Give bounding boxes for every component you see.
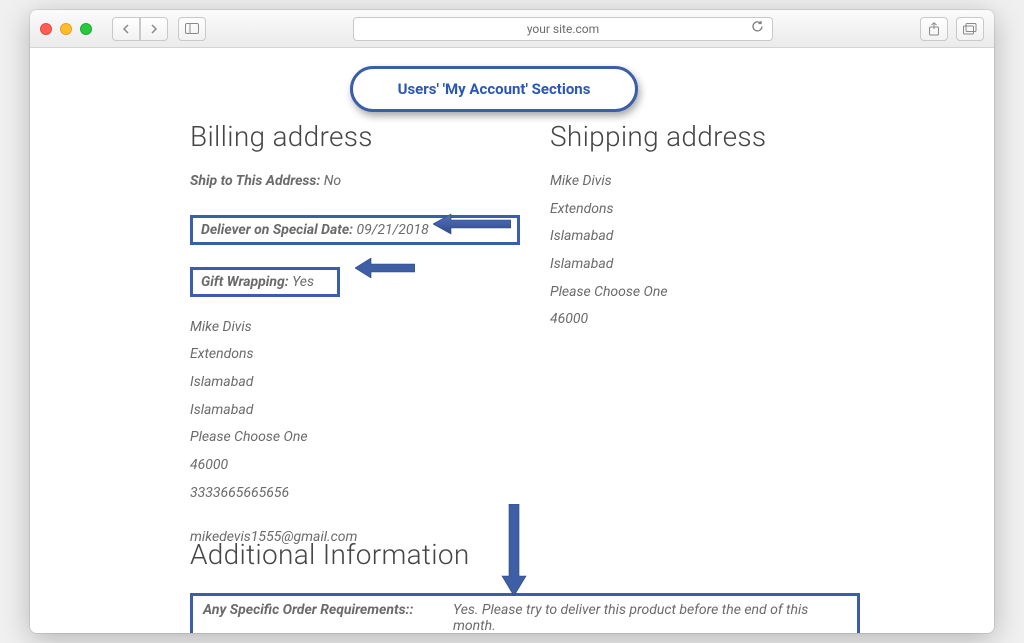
gift-wrapping-value: Yes — [292, 274, 314, 290]
deliver-date-label: Deliever on Special Date: — [201, 222, 353, 238]
order-requirements-box: Any Specific Order Requirements:: Yes. P… — [190, 593, 860, 633]
billing-line: Mike Divis — [190, 317, 520, 339]
share-button[interactable] — [920, 17, 948, 41]
order-requirements-label: Any Specific Order Requirements:: — [203, 602, 453, 633]
deliver-date-box: Deliever on Special Date: 09/21/2018 — [190, 215, 520, 245]
close-window-button[interactable] — [40, 23, 52, 35]
annotation-arrow-2 — [355, 256, 415, 280]
additional-heading: Additional Information — [190, 538, 954, 571]
address-bar[interactable]: your site.com — [353, 17, 773, 41]
address-url: your site.com — [527, 22, 599, 36]
billing-line: 3333665665656 — [190, 483, 520, 505]
browser-window: your site.com + Users' 'My Account' Sect… — [30, 10, 994, 633]
ship-to-row: Ship to This Address: No — [190, 171, 520, 193]
additional-info-section: Additional Information Any Specific Orde… — [190, 538, 954, 633]
sidebar-toggle-button[interactable] — [178, 17, 206, 41]
browser-titlebar: your site.com — [30, 10, 994, 48]
shipping-column: Shipping address Mike Divis Extendons Is… — [550, 120, 954, 554]
shipping-line: Please Choose One — [550, 282, 954, 304]
ship-to-label: Ship to This Address: — [190, 173, 320, 189]
gift-wrapping-label: Gift Wrapping: — [201, 274, 289, 290]
order-requirements-value: Yes. Please try to deliver this product … — [453, 602, 847, 633]
billing-line: Islamabad — [190, 372, 520, 394]
shipping-line: 46000 — [550, 309, 954, 331]
deliver-date-value: 09/21/2018 — [357, 222, 429, 238]
billing-line: Extendons — [190, 344, 520, 366]
gift-wrapping-box: Gift Wrapping: Yes — [190, 267, 340, 297]
reload-icon[interactable] — [751, 20, 764, 37]
page-content: Users' 'My Account' Sections Billing add… — [30, 48, 994, 633]
billing-line: Islamabad — [190, 400, 520, 422]
billing-heading: Billing address — [190, 120, 520, 153]
right-controls — [920, 17, 984, 41]
callout-label: Users' 'My Account' Sections — [398, 80, 591, 98]
tabs-button[interactable] — [956, 17, 984, 41]
annotation-callout: Users' 'My Account' Sections — [350, 66, 638, 112]
minimize-window-button[interactable] — [60, 23, 72, 35]
window-controls — [40, 23, 92, 35]
forward-button[interactable] — [140, 17, 168, 41]
maximize-window-button[interactable] — [80, 23, 92, 35]
ship-to-value: No — [324, 173, 341, 189]
shipping-line: Mike Divis — [550, 171, 954, 193]
back-button[interactable] — [112, 17, 140, 41]
billing-line: 46000 — [190, 455, 520, 477]
shipping-line: Islamabad — [550, 254, 954, 276]
shipping-line: Extendons — [550, 199, 954, 221]
nav-buttons — [112, 17, 168, 41]
billing-line: Please Choose One — [190, 427, 520, 449]
shipping-line: Islamabad — [550, 226, 954, 248]
billing-column: Billing address Ship to This Address: No… — [190, 120, 520, 554]
shipping-heading: Shipping address — [550, 120, 954, 153]
